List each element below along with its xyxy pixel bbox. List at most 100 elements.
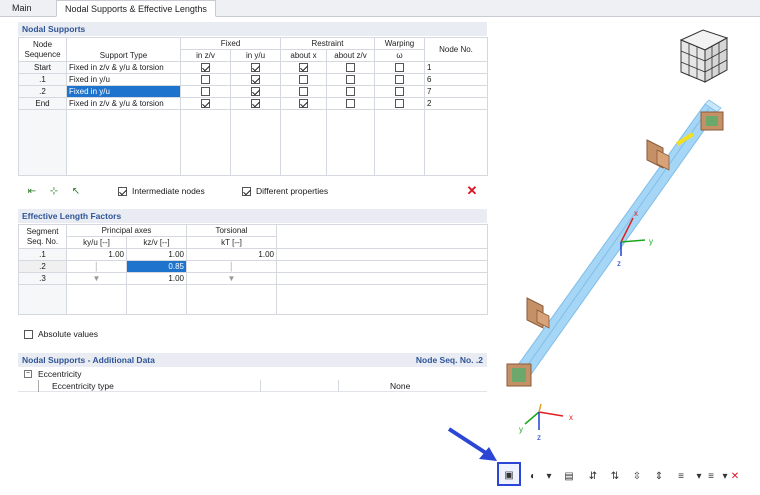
fixed-zv-checkbox[interactable] — [201, 63, 210, 73]
effective-length-title: Effective Length Factors — [18, 209, 487, 223]
fixed-zv-checkbox[interactable] — [201, 75, 210, 85]
kzv-cell[interactable]: 0.85 — [126, 260, 187, 273]
col-kzv: kz/v [--] — [126, 236, 187, 249]
kt-cell[interactable]: 1.00 — [186, 248, 277, 261]
pick-node-icon[interactable]: ↖ — [68, 184, 84, 200]
insert-row-icon[interactable]: ⇤ — [24, 184, 40, 200]
node-seq-label: Node Seq. No. .2 — [415, 355, 483, 365]
support-type-cell[interactable]: Fixed in y/u — [66, 85, 181, 98]
kyu-cell[interactable]: 1.00 — [66, 248, 127, 261]
tab-bar: Main Nodal Supports & Effective Lengths — [0, 0, 760, 17]
member-axes-icon: x y z — [617, 209, 653, 268]
kt-cell[interactable]: ▼ — [186, 272, 277, 285]
col-node-no: Node No. — [424, 37, 489, 62]
col-fixed-yu: in y/u — [230, 49, 281, 62]
support-type-cell[interactable]: Fixed in y/u — [66, 73, 181, 86]
intermediate-nodes-checkbox[interactable] — [118, 187, 127, 197]
intermediate-nodes-label: Intermediate nodes — [132, 186, 205, 196]
warping-checkbox[interactable] — [395, 63, 405, 73]
eccentricity-type-value[interactable]: None — [390, 380, 410, 392]
restraint-zv-checkbox[interactable] — [346, 87, 355, 97]
different-properties-option[interactable]: Different properties — [242, 186, 329, 197]
col-fixed-zv: in z/v — [180, 49, 231, 62]
table-row[interactable]: .3 ▼ 1.00 ▼ — [18, 272, 488, 285]
restraint-zv-checkbox[interactable] — [346, 75, 355, 85]
fixed-yu-checkbox[interactable] — [251, 75, 260, 85]
beam-member[interactable] — [512, 99, 722, 381]
model-view[interactable]: x y z x y z — [497, 22, 744, 462]
table-row[interactable]: .1 Fixed in y/u 6 — [18, 73, 489, 86]
restraint-x-checkbox[interactable] — [299, 75, 308, 85]
col-warping: Warping — [374, 37, 426, 50]
axis-x-label: x — [634, 209, 638, 218]
table-row[interactable]: .2 Fixed in y/u 7 — [18, 85, 489, 98]
left-panel: Nodal Supports Node Sequence Support Typ… — [18, 22, 489, 492]
chevron-down-icon[interactable]: ▾ — [541, 469, 557, 485]
global-axes-icon: x y z — [519, 403, 573, 442]
support-type-cell[interactable]: Fixed in z/v & y/u & torsion — [66, 97, 181, 110]
node-no-cell[interactable]: 6 — [424, 73, 489, 86]
collapse-icon[interactable]: − — [24, 370, 32, 378]
nodal-supports-title: Nodal Supports — [18, 22, 487, 36]
node-no-cell[interactable]: 1 — [424, 61, 489, 74]
restraint-x-checkbox[interactable] — [299, 63, 308, 73]
col-torsional: Torsional — [186, 224, 277, 237]
node-no-cell[interactable]: 7 — [424, 85, 489, 98]
table-row[interactable]: End Fixed in z/v & y/u & torsion 2 — [18, 97, 489, 110]
different-properties-label: Different properties — [256, 186, 329, 196]
fixed-yu-checkbox[interactable] — [251, 99, 260, 109]
col-about-x: about x — [280, 49, 327, 62]
absolute-values-checkbox[interactable] — [24, 330, 33, 340]
view-y-icon[interactable]: ⇅ — [607, 469, 623, 485]
different-properties-checkbox[interactable] — [242, 187, 251, 197]
select-nodes-icon[interactable]: ⊹ — [46, 184, 62, 200]
warping-checkbox[interactable] — [395, 75, 405, 85]
eccentricity-type-row[interactable]: Eccentricity type None — [18, 380, 487, 392]
view-cube-icon[interactable] — [679, 29, 729, 83]
display-options-icon[interactable]: ▣ — [501, 468, 517, 484]
view-x-icon[interactable]: ⇵ — [585, 469, 601, 485]
table-row[interactable]: .1 1.00 1.00 1.00 — [18, 248, 488, 261]
col-about-zv: about z/v — [325, 49, 376, 62]
show-model-icon[interactable]: ▤ — [561, 469, 577, 485]
delete-icon[interactable]: ✕ — [465, 184, 479, 198]
fixed-yu-checkbox[interactable] — [251, 63, 260, 73]
intermediate-nodes-option[interactable]: Intermediate nodes — [118, 186, 205, 197]
kt-cell[interactable]: │ — [186, 260, 277, 273]
restraint-x-checkbox[interactable] — [299, 87, 308, 97]
zoom-options-icon[interactable]: ≡ — [673, 469, 689, 485]
graphics-panel[interactable]: x y z x y z ▣ ◐ ▾ ▤ ⇵ ⇅ ⇳ ⇕ ≡ ▾ ≡ ▾ ✕ — [497, 22, 744, 492]
eccentricity-group[interactable]: − Eccentricity — [18, 368, 487, 380]
restraint-zv-checkbox[interactable] — [346, 99, 355, 109]
warping-checkbox[interactable] — [395, 87, 405, 97]
table-row[interactable]: Start Fixed in z/v & y/u & torsion 1 — [18, 61, 489, 74]
warping-checkbox[interactable] — [395, 99, 405, 109]
render-mode-icon[interactable]: ◐ — [525, 469, 541, 485]
kzv-cell[interactable]: 1.00 — [126, 248, 187, 261]
support-symbol-icon — [526, 297, 550, 329]
tab-main[interactable]: Main — [4, 0, 54, 17]
kyu-cell[interactable]: │ — [66, 260, 127, 273]
eccentricity-type-label: Eccentricity type — [52, 381, 114, 391]
fixed-zv-checkbox[interactable] — [201, 87, 210, 97]
kyu-cell[interactable]: ▼ — [66, 272, 127, 285]
fixed-yu-checkbox[interactable] — [251, 87, 260, 97]
support-type-cell[interactable]: Fixed in z/v & y/u & torsion — [66, 61, 181, 74]
kzv-cell[interactable]: 1.00 — [126, 272, 187, 285]
absolute-values-option[interactable]: Absolute values — [24, 329, 98, 340]
nodal-supports-toolbar: ⇤ ⊹ ↖ Intermediate nodes Different prope… — [18, 182, 487, 202]
restraint-x-checkbox[interactable] — [299, 99, 308, 109]
support-symbol-icon — [506, 363, 532, 387]
table-row[interactable]: .2 │ 0.85 │ — [18, 260, 488, 273]
tab-nodal-supports[interactable]: Nodal Supports & Effective Lengths — [56, 0, 216, 17]
view-iso-icon[interactable]: ⇕ — [651, 469, 667, 485]
view-z-icon[interactable]: ⇳ — [629, 469, 645, 485]
effective-length-table: Segment Seq. No. Principal axes Torsiona… — [18, 224, 488, 315]
annotation-arrow-icon — [447, 427, 497, 461]
row-seq: .1 — [18, 73, 67, 86]
restraint-zv-checkbox[interactable] — [346, 63, 355, 73]
fixed-zv-checkbox[interactable] — [201, 99, 210, 109]
row-seq: End — [18, 97, 67, 110]
reset-view-icon[interactable]: ✕ — [727, 469, 743, 485]
node-no-cell[interactable]: 2 — [424, 97, 489, 110]
